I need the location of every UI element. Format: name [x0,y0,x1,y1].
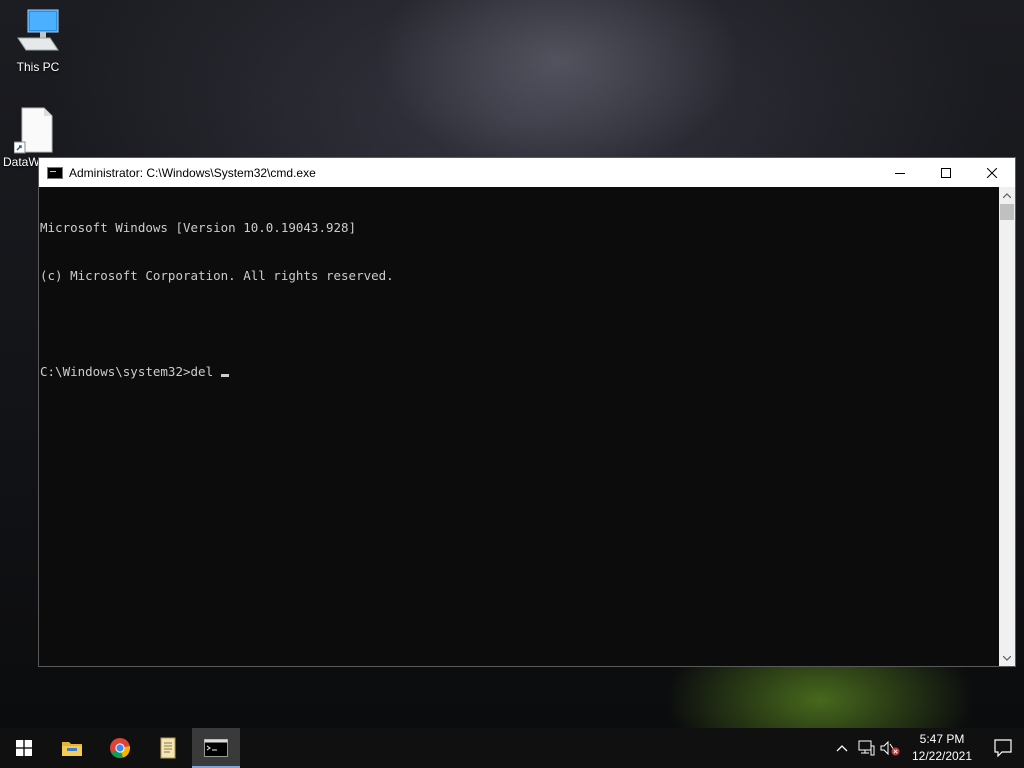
scroll-icon [160,737,176,759]
system-clock[interactable]: 5:47 PM 12/22/2021 [902,731,982,765]
taskbar: 5:47 PM 12/22/2021 [0,728,1024,768]
desktop-icon-this-pc[interactable]: This PC [0,8,76,74]
notification-icon [994,739,1012,757]
command-prompt-line[interactable]: C:\Windows\system32>del [40,364,221,379]
maximize-button[interactable] [923,158,969,187]
folder-icon [62,742,82,756]
minimize-button[interactable] [877,158,923,187]
network-tray-button[interactable] [854,728,878,768]
taskbar-notepad[interactable] [144,728,192,768]
clock-date: 12/22/2021 [911,749,973,763]
cmd-window[interactable]: Administrator: C:\Windows\System32\cmd.e… [38,157,1016,667]
computer-icon [17,9,59,51]
window-title: Administrator: C:\Windows\System32\cmd.e… [69,165,316,180]
taskbar-chrome[interactable] [96,728,144,768]
console-output[interactable]: Microsoft Windows [Version 10.0.19043.92… [39,187,999,666]
clock-time: 5:47 PM [919,732,965,746]
desktop-icon-label: This PC [16,60,60,74]
maximize-icon [941,167,951,178]
console-line: (c) Microsoft Corporation. All rights re… [40,268,394,283]
title-bar[interactable]: Administrator: C:\Windows\System32\cmd.e… [39,158,1015,187]
minimize-icon [895,172,905,174]
scroll-up-button[interactable] [999,187,1015,203]
volume-tray-button[interactable] [878,728,902,768]
volume-muted-icon [880,740,900,756]
vertical-scrollbar[interactable] [999,187,1015,666]
cmd-app-icon [47,166,63,179]
windows-logo-icon [16,740,32,756]
chevron-down-icon [1003,655,1011,661]
show-hidden-icons-button[interactable] [830,728,854,768]
chevron-up-icon [1003,192,1011,198]
chrome-icon [110,738,131,759]
terminal-icon [204,739,228,757]
file-shortcut-icon [13,107,53,154]
scroll-down-button[interactable] [999,650,1015,666]
close-button[interactable] [969,158,1015,187]
action-center-button[interactable] [982,728,1024,768]
taskbar-file-explorer[interactable] [48,728,96,768]
console-line: Microsoft Windows [Version 10.0.19043.92… [40,220,357,235]
chevron-up-icon [836,744,848,751]
text-cursor [220,374,229,377]
start-button[interactable] [0,728,48,768]
close-icon [987,167,997,178]
taskbar-cmd[interactable] [192,728,240,768]
scrollbar-thumb[interactable] [1000,204,1014,220]
network-icon [858,740,875,756]
